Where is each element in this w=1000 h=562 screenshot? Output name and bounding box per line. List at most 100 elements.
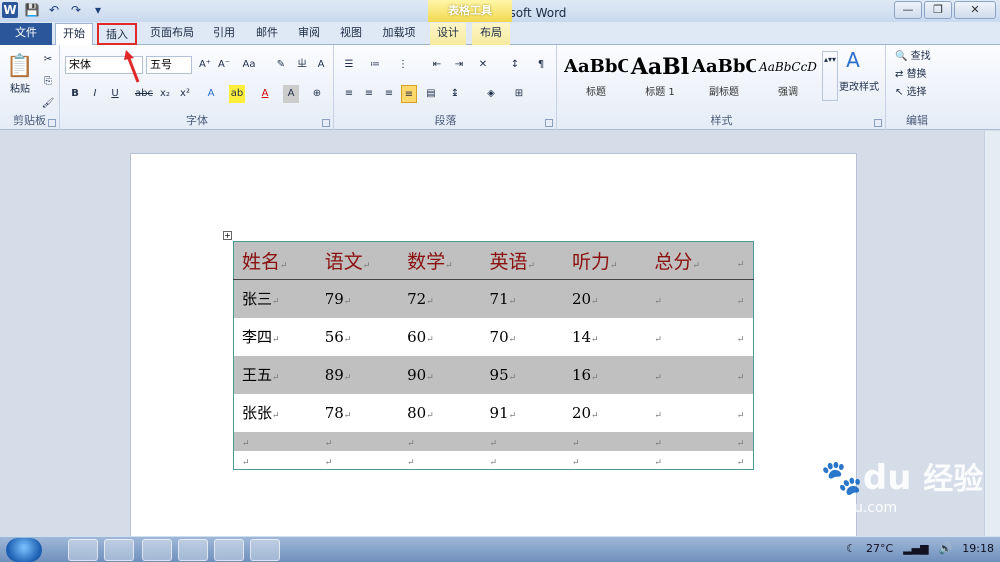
highlight-icon[interactable]: ab [229,85,245,103]
change-styles-button[interactable]: 更改样式 [834,79,884,97]
phonetic-guide-icon[interactable]: ㄓ [294,56,310,74]
header-cell[interactable]: 听力↵ [563,241,647,280]
align-center-icon[interactable]: ≡ [361,85,377,103]
table-cell[interactable]: 张张↵ [234,394,317,432]
table-cell[interactable]: ↵ [729,451,754,470]
table-cell[interactable]: 70↵ [482,318,564,356]
tab-page-layout[interactable]: 页面布局 [144,23,200,45]
change-styles-icon[interactable]: A [838,50,868,75]
justify-icon[interactable]: ≡ [401,85,417,103]
table-cell[interactable]: ↵ [646,394,728,432]
table-cell[interactable]: ↵ [316,431,400,451]
table-cell[interactable]: ↵ [729,394,754,432]
strikethrough-button[interactable]: abc [135,85,153,103]
select-button[interactable]: ↖ 选择 [895,84,943,102]
increase-indent-icon[interactable]: ⇥ [451,56,467,74]
table-cell[interactable]: ↵ [563,431,647,451]
clear-format-icon[interactable]: ✎ [273,56,289,74]
table-cell[interactable]: ↵ [728,431,754,451]
table-cell[interactable]: ↵ [481,431,564,451]
shrink-font-icon[interactable]: A⁻ [216,56,232,74]
sort-icon[interactable]: ↕ [507,56,523,74]
table-cell[interactable]: 78↵ [317,394,399,432]
format-painter-icon[interactable]: 🖌 [40,95,56,113]
paste-button[interactable]: 粘贴 [4,81,36,99]
text-effects-icon[interactable]: A [203,85,219,103]
italic-button[interactable]: I [87,85,103,103]
table-cell[interactable]: ↵ [646,451,728,470]
table-cell[interactable]: 56↵ [317,318,399,356]
find-button[interactable]: 🔍 查找 [895,48,943,66]
tab-references[interactable]: 引用 [207,23,241,45]
tab-file[interactable]: 文件 [0,23,52,45]
style-heading1[interactable]: AaBl 标题 1 [628,51,692,101]
explorer-taskbar-icon[interactable] [142,539,172,561]
minimize-button[interactable]: — [894,1,922,19]
table-cell[interactable]: ↵ [646,279,729,318]
tab-addins[interactable]: 加载项 [376,23,422,45]
tab-review[interactable]: 审阅 [292,23,326,45]
table-cell[interactable]: ↵ [317,451,399,470]
enclose-char-icon[interactable]: ⊕ [309,85,325,103]
volume-icon[interactable]: 🔊 [939,542,953,555]
grow-font-icon[interactable]: A⁺ [197,56,213,74]
ie2-taskbar-icon[interactable] [104,539,134,561]
undo-icon[interactable]: ↶ [46,2,62,18]
word-logo-icon[interactable]: W [2,2,18,18]
restore-button[interactable]: ❐ [924,1,952,19]
subscript-button[interactable]: x₂ [157,85,173,103]
style-subtitle[interactable]: AaBbC 副标题 [692,51,756,101]
bullets-icon[interactable]: ☰ [341,56,357,74]
table-cell[interactable]: ↵ [399,451,481,470]
table-cell[interactable]: 72↵ [399,279,482,318]
decrease-indent-icon[interactable]: ⇤ [429,56,445,74]
table-cell[interactable]: 王五↵ [233,355,317,394]
align-right-icon[interactable]: ≡ [381,85,397,103]
tab-view[interactable]: 视图 [334,23,368,45]
table-cell[interactable]: 79↵ [316,279,400,318]
table-cell[interactable]: 20↵ [563,279,647,318]
clipboard-launcher-icon[interactable] [48,119,56,127]
superscript-button[interactable]: x² [177,85,193,103]
table-cell[interactable]: 李四↵ [234,318,317,356]
table-cell[interactable]: 16↵ [563,355,647,394]
table-cell[interactable]: 91↵ [482,394,564,432]
table-cell[interactable]: 张三↵ [233,279,317,318]
styles-launcher-icon[interactable] [874,119,882,127]
app-taskbar-icon[interactable] [178,539,208,561]
table-cell[interactable]: 95↵ [481,355,564,394]
redo-icon[interactable]: ↷ [68,2,84,18]
shading-icon[interactable]: ◈ [483,85,499,103]
paragraph-launcher-icon[interactable] [545,119,553,127]
table-cell[interactable]: 71↵ [481,279,564,318]
ie-taskbar-icon[interactable] [68,539,98,561]
save-icon[interactable]: 💾 [24,2,40,18]
table-cell[interactable]: 60↵ [399,318,481,356]
header-cell[interactable]: 数学↵ [399,241,482,280]
clock-text[interactable]: 19:18 [962,542,994,555]
image-taskbar-icon[interactable] [250,539,280,561]
underline-button[interactable]: U [107,85,123,103]
char-border-icon[interactable]: A [313,56,329,74]
font-launcher-icon[interactable] [322,119,330,127]
change-case-icon[interactable]: Aa [241,56,257,74]
close-button[interactable]: ✕ [954,1,996,19]
copy-icon[interactable]: ⎘ [40,73,56,91]
show-marks-icon[interactable]: ¶ [533,56,549,74]
header-cell[interactable]: 总分↵ [646,241,729,280]
table-cell[interactable]: ↵ [646,318,728,356]
borders-icon[interactable]: ⊞ [511,85,527,103]
tab-home[interactable]: 开始 [55,23,93,45]
table-cell[interactable]: ↵ [646,355,729,394]
header-cell[interactable]: 英语↵ [481,241,564,280]
table-cell[interactable]: ↵ [482,451,564,470]
table-cell[interactable]: ↵ [729,318,754,356]
table-move-handle-icon[interactable]: + [223,231,232,240]
char-shading-icon[interactable]: A [283,85,299,103]
font-size-combo[interactable]: 五号 [146,56,192,74]
numbering-icon[interactable]: ≔ [367,56,383,74]
table-cell[interactable]: ↵ [728,355,754,394]
header-cell[interactable]: 语文↵ [316,241,400,280]
table-cell[interactable]: ↵ [399,431,482,451]
multilevel-list-icon[interactable]: ⋮ [395,56,411,74]
